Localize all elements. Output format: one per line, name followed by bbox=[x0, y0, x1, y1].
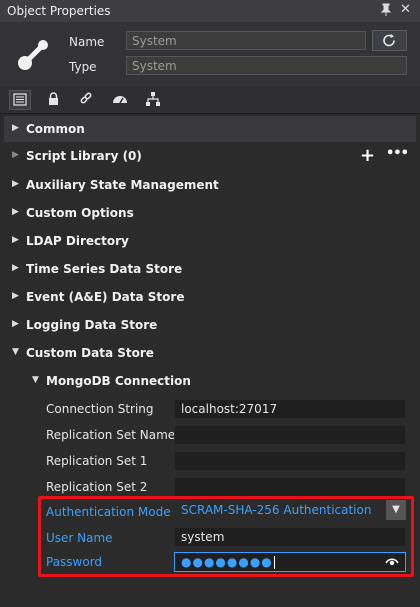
refresh-button[interactable] bbox=[372, 30, 407, 51]
tab-properties[interactable] bbox=[9, 90, 31, 110]
replication-set-2-input[interactable] bbox=[174, 477, 406, 497]
object-properties-panel: Object Properties ✕ Name System Type Sys… bbox=[0, 0, 420, 607]
replication-set-2-label: Replication Set 2 bbox=[46, 480, 148, 494]
hierarchy-icon bbox=[146, 92, 160, 106]
more-icon[interactable]: ••• bbox=[386, 146, 409, 161]
connection-node-icon bbox=[14, 34, 54, 74]
section-script-library[interactable]: ▶ Script Library (0) + ••• bbox=[4, 143, 416, 169]
properties-tab-icon bbox=[13, 93, 27, 106]
replication-set-name-label: Replication Set Name bbox=[46, 428, 176, 442]
expand-arrow-icon: ▶ bbox=[12, 235, 19, 245]
tab-performance[interactable] bbox=[110, 90, 132, 110]
tab-security[interactable] bbox=[43, 90, 65, 110]
section-logging-store[interactable]: ▶ Logging Data Store bbox=[4, 312, 416, 338]
section-ldap[interactable]: ▶ LDAP Directory bbox=[4, 228, 416, 254]
replication-set-name-input[interactable] bbox=[174, 425, 406, 445]
section-custom-options[interactable]: ▶ Custom Options bbox=[4, 200, 416, 226]
collapse-arrow-icon: ▼ bbox=[12, 347, 19, 357]
name-label: Name bbox=[69, 35, 105, 49]
section-label: Custom Data Store bbox=[26, 346, 154, 360]
replication-set-1-label: Replication Set 1 bbox=[46, 454, 148, 468]
expand-arrow-icon: ▶ bbox=[12, 123, 19, 133]
lock-icon bbox=[49, 92, 58, 105]
tab-strip bbox=[0, 86, 420, 114]
highlight-box bbox=[38, 496, 414, 577]
tab-hierarchy[interactable] bbox=[143, 90, 165, 110]
section-label: Auxiliary State Management bbox=[26, 178, 219, 192]
section-label: Custom Options bbox=[26, 206, 134, 220]
section-label: Common bbox=[26, 122, 85, 136]
section-time-series[interactable]: ▶ Time Series Data Store bbox=[4, 256, 416, 282]
section-event-store[interactable]: ▶ Event (A&E) Data Store bbox=[4, 284, 416, 310]
expand-arrow-icon: ▶ bbox=[12, 207, 19, 217]
expand-arrow-icon: ▶ bbox=[12, 319, 19, 329]
title-bar: Object Properties ✕ bbox=[0, 0, 420, 23]
name-field[interactable]: System bbox=[126, 31, 366, 50]
pin-icon[interactable] bbox=[380, 3, 394, 17]
section-common[interactable]: ▶ Common bbox=[4, 116, 416, 142]
refresh-icon bbox=[383, 34, 395, 47]
type-label: Type bbox=[69, 60, 97, 74]
add-icon[interactable]: + bbox=[360, 145, 375, 166]
tab-links[interactable] bbox=[76, 90, 98, 110]
section-auxiliary-state[interactable]: ▶ Auxiliary State Management bbox=[4, 172, 416, 198]
section-custom-store[interactable]: ▼ Custom Data Store bbox=[4, 340, 416, 366]
type-field[interactable]: System bbox=[126, 56, 407, 75]
expand-arrow-icon: ▶ bbox=[12, 179, 19, 189]
section-label: Logging Data Store bbox=[26, 318, 158, 332]
gauge-icon bbox=[113, 96, 127, 104]
link-icon bbox=[80, 92, 92, 104]
expand-arrow-icon: ▶ bbox=[12, 263, 19, 273]
section-label: MongoDB Connection bbox=[46, 374, 191, 388]
connection-string-label: Connection String bbox=[46, 402, 154, 416]
close-icon[interactable]: ✕ bbox=[400, 2, 414, 17]
panel-title: Object Properties bbox=[7, 4, 111, 18]
expand-arrow-icon: ▶ bbox=[12, 150, 19, 160]
collapse-arrow-icon: ▼ bbox=[32, 375, 39, 385]
section-mongodb[interactable]: ▼ MongoDB Connection bbox=[4, 368, 416, 394]
section-label: Script Library (0) bbox=[26, 149, 142, 163]
replication-set-1-input[interactable] bbox=[174, 451, 406, 471]
section-label: LDAP Directory bbox=[26, 234, 129, 248]
expand-arrow-icon: ▶ bbox=[12, 291, 19, 301]
section-label: Event (A&E) Data Store bbox=[26, 290, 185, 304]
connection-string-input[interactable]: localhost:27017 bbox=[174, 399, 406, 419]
section-label: Time Series Data Store bbox=[26, 262, 183, 276]
